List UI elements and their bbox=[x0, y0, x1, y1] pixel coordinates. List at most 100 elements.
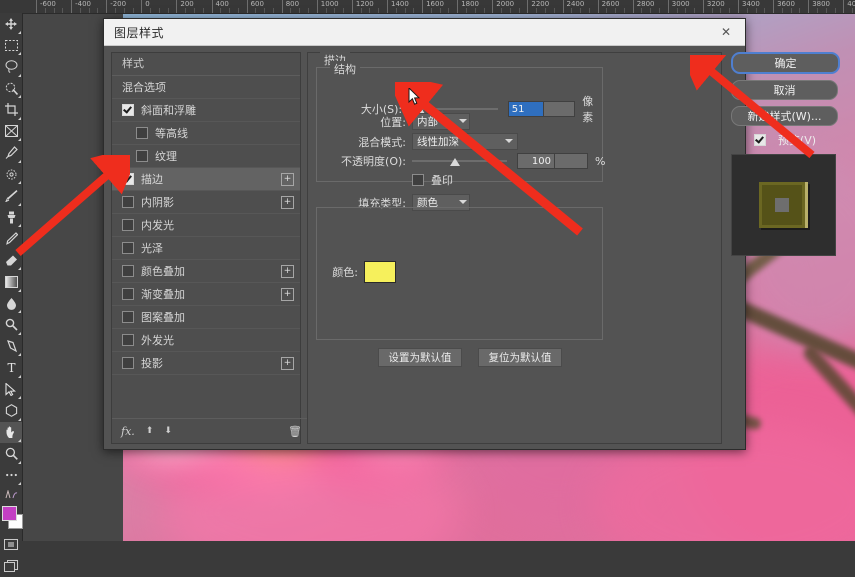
dialog-actions-panel[interactable]: 确定 取消 新建样式(W)... 预览(V) bbox=[731, 52, 839, 256]
style-item-6[interactable]: 内发光 bbox=[112, 214, 300, 237]
style-item-5[interactable]: 内阴影+ bbox=[112, 191, 300, 214]
reset-to-default-button[interactable]: 复位为默认值 bbox=[478, 348, 562, 367]
dodge-tool[interactable] bbox=[0, 314, 22, 336]
blend-mode-dropdown[interactable]: 线性加深 bbox=[412, 133, 518, 150]
photoshop-app: -600-400-2000200400600800100012001400160… bbox=[0, 0, 855, 541]
screen-mode-icon[interactable] bbox=[0, 556, 22, 577]
layer-style-dialog[interactable]: 图层样式 ✕ 样式 混合选项斜面和浮雕等高线纹理描边+内阴影+内发光光泽颜色叠加… bbox=[103, 18, 746, 450]
move-down-icon[interactable]: ⬇ bbox=[164, 426, 172, 436]
close-icon[interactable]: ✕ bbox=[707, 19, 745, 45]
type-tool[interactable]: T bbox=[0, 357, 22, 379]
add-effect-icon[interactable]: + bbox=[281, 288, 294, 301]
clone-stamp-tool[interactable] bbox=[0, 207, 22, 229]
gradient-tool[interactable] bbox=[0, 271, 22, 293]
overprint-checkbox[interactable] bbox=[412, 174, 424, 186]
style-item-4[interactable]: 描边+ bbox=[112, 168, 300, 191]
style-item-checkbox[interactable] bbox=[122, 219, 134, 231]
ruler-minor-tick bbox=[677, 8, 678, 13]
brush-tool[interactable] bbox=[0, 185, 22, 207]
zoom-tool[interactable] bbox=[0, 443, 22, 465]
opacity-input[interactable]: 100 bbox=[517, 153, 555, 169]
cancel-button[interactable]: 取消 bbox=[731, 80, 838, 100]
pen-tool[interactable] bbox=[0, 336, 22, 358]
style-item-checkbox[interactable] bbox=[122, 311, 134, 323]
style-item-checkbox[interactable] bbox=[122, 357, 134, 369]
move-tool[interactable] bbox=[0, 13, 22, 35]
more-tools-icon[interactable] bbox=[0, 465, 22, 487]
style-item-checkbox[interactable] bbox=[122, 242, 134, 254]
stroke-color-swatch[interactable] bbox=[364, 261, 396, 283]
ruler-minor-tick bbox=[405, 8, 406, 13]
style-item-2[interactable]: 等高线 bbox=[112, 122, 300, 145]
style-item-label: 混合选项 bbox=[122, 79, 166, 95]
ruler-tick-label: 3800 bbox=[812, 0, 830, 9]
move-up-icon[interactable]: ⬆ bbox=[146, 426, 154, 436]
hand-tool[interactable] bbox=[0, 422, 22, 444]
ruler-minor-tick bbox=[185, 8, 186, 13]
new-style-button[interactable]: 新建样式(W)... bbox=[731, 106, 838, 126]
eraser-tool[interactable] bbox=[0, 250, 22, 272]
style-item-8[interactable]: 颜色叠加+ bbox=[112, 260, 300, 283]
ruler-minor-tick bbox=[589, 8, 590, 13]
crop-tool[interactable] bbox=[0, 99, 22, 121]
position-label: 位置: bbox=[338, 114, 406, 130]
style-item-checkbox[interactable] bbox=[122, 334, 134, 346]
add-effect-icon[interactable]: + bbox=[281, 265, 294, 278]
add-effect-icon[interactable]: + bbox=[281, 173, 294, 186]
tools-panel[interactable]: T bbox=[0, 13, 23, 541]
style-item-label: 内发光 bbox=[141, 217, 174, 233]
style-item-checkbox[interactable] bbox=[122, 196, 134, 208]
opacity-input-spinner[interactable] bbox=[555, 153, 588, 169]
lasso-tool[interactable] bbox=[0, 56, 22, 78]
color-swatches[interactable] bbox=[0, 504, 22, 534]
foreground-color-swatch[interactable] bbox=[2, 506, 17, 521]
fx-icon[interactable]: fx. bbox=[121, 425, 135, 438]
ruler-minor-tick bbox=[229, 8, 230, 13]
styles-panel-footer[interactable]: fx. ⬆ ⬇ 🗑 bbox=[112, 418, 309, 443]
shape-tool[interactable] bbox=[0, 400, 22, 422]
quick-mask-mode-icon[interactable] bbox=[0, 534, 22, 556]
style-item-7[interactable]: 光泽 bbox=[112, 237, 300, 260]
style-item-1[interactable]: 斜面和浮雕 bbox=[112, 99, 300, 122]
style-item-checkbox[interactable] bbox=[122, 288, 134, 300]
style-item-3[interactable]: 纹理 bbox=[112, 145, 300, 168]
ruler-minor-tick bbox=[203, 8, 204, 13]
style-item-checkbox[interactable] bbox=[136, 150, 148, 162]
ok-button[interactable]: 确定 bbox=[731, 52, 840, 74]
marquee-tool[interactable] bbox=[0, 35, 22, 57]
ruler-tick: 2000 bbox=[492, 0, 493, 13]
opacity-slider[interactable] bbox=[412, 155, 507, 167]
add-effect-icon[interactable]: + bbox=[281, 357, 294, 370]
quick-mask-toggle[interactable] bbox=[0, 486, 22, 502]
style-item-label: 图案叠加 bbox=[141, 309, 185, 325]
opacity-slider-thumb[interactable] bbox=[450, 155, 461, 166]
blur-tool[interactable] bbox=[0, 293, 22, 315]
preview-row[interactable]: 预览(V) bbox=[731, 132, 839, 148]
style-item-checkbox[interactable] bbox=[136, 127, 148, 139]
set-as-default-button[interactable]: 设置为默认值 bbox=[378, 348, 462, 367]
history-brush-tool[interactable] bbox=[0, 228, 22, 250]
add-effect-icon[interactable]: + bbox=[281, 196, 294, 209]
styles-item-container[interactable]: 混合选项斜面和浮雕等高线纹理描边+内阴影+ 内发光光泽颜色叠加+渐变叠加+ 图案叠加… bbox=[112, 76, 300, 375]
style-item-12[interactable]: 投影+ bbox=[112, 352, 300, 375]
preview-checkbox[interactable] bbox=[754, 134, 766, 146]
ruler-tick-label: 2200 bbox=[531, 0, 549, 9]
style-item-checkbox[interactable] bbox=[122, 265, 134, 277]
style-item-10[interactable]: 图案叠加 bbox=[112, 306, 300, 329]
style-item-checkbox[interactable] bbox=[122, 104, 134, 116]
frame-tool[interactable] bbox=[0, 121, 22, 143]
path-selection-tool[interactable] bbox=[0, 379, 22, 401]
quick-select-tool[interactable] bbox=[0, 78, 22, 100]
style-item-0[interactable]: 混合选项 bbox=[112, 76, 300, 99]
ruler-tick: 1000 bbox=[317, 0, 318, 13]
healing-brush-tool[interactable] bbox=[0, 164, 22, 186]
eyedropper-tool[interactable] bbox=[0, 142, 22, 164]
style-item-11[interactable]: 外发光 bbox=[112, 329, 300, 352]
position-dropdown[interactable]: 内部 bbox=[412, 113, 470, 130]
ruler-minor-tick bbox=[782, 8, 783, 13]
ruler-minor-tick bbox=[729, 8, 730, 13]
delete-icon[interactable]: 🗑 bbox=[288, 425, 302, 438]
style-item-checkbox[interactable] bbox=[122, 173, 134, 185]
styles-list-panel[interactable]: 样式 混合选项斜面和浮雕等高线纹理描边+内阴影+内发光光泽颜色叠加+渐变叠加+图… bbox=[111, 52, 301, 444]
style-item-9[interactable]: 渐变叠加+ bbox=[112, 283, 300, 306]
